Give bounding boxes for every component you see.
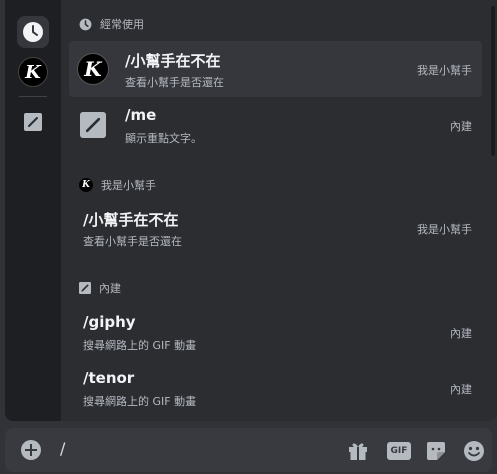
clock-icon bbox=[79, 18, 92, 30]
command-description: 查看小幫手是否還在 bbox=[83, 235, 182, 248]
section-title: 內建 bbox=[99, 282, 121, 295]
section-title: 我是小幫手 bbox=[101, 179, 156, 192]
gif-button[interactable]: GIF bbox=[386, 440, 412, 462]
message-input[interactable]: / bbox=[60, 439, 65, 458]
command-name: /giphy bbox=[83, 313, 136, 331]
command-list: 經常使用 K /小幫手在不在 查看小幫手是否還在 我是小幫手 /me 顯示重點文… bbox=[61, 0, 497, 421]
bot-avatar-icon: K bbox=[18, 57, 48, 87]
command-description: 查看小幫手是否還在 bbox=[125, 76, 224, 89]
category-frequent-button[interactable] bbox=[17, 16, 49, 48]
command-source: 內建 bbox=[450, 327, 472, 340]
command-description: 搜尋網路上的 GIF 動畫 bbox=[83, 339, 197, 352]
bot-avatar-letter: K bbox=[25, 61, 41, 83]
command-name: /小幫手在不在 bbox=[83, 211, 179, 229]
gift-icon[interactable] bbox=[347, 440, 369, 462]
section-header-bot: K 我是小幫手 bbox=[79, 176, 156, 194]
clock-icon bbox=[23, 22, 43, 42]
section-header-builtin: 內建 bbox=[79, 279, 121, 297]
command-source: 我是小幫手 bbox=[417, 223, 472, 236]
gif-icon: GIF bbox=[387, 442, 411, 460]
rail-divider bbox=[19, 96, 47, 97]
slash-square-icon bbox=[77, 109, 109, 141]
slash-square-icon bbox=[24, 113, 42, 131]
command-item[interactable]: K /小幫手在不在 查看小幫手是否還在 我是小幫手 bbox=[69, 41, 482, 97]
command-name: /小幫手在不在 bbox=[125, 52, 221, 70]
bot-avatar-letter: K bbox=[84, 57, 102, 81]
emoji-icon[interactable] bbox=[463, 440, 485, 462]
bot-avatar-icon: K bbox=[77, 53, 109, 85]
add-attachment-icon[interactable] bbox=[21, 440, 41, 460]
category-bot-button[interactable]: K bbox=[17, 56, 49, 88]
slash-square-icon bbox=[79, 282, 91, 294]
message-composer: / GIF bbox=[5, 428, 492, 472]
command-source: 我是小幫手 bbox=[417, 64, 472, 77]
section-header-frequent: 經常使用 bbox=[79, 15, 144, 33]
command-item[interactable]: /giphy 搜尋網路上的 GIF 動畫 內建 bbox=[69, 304, 482, 360]
command-category-rail: K bbox=[5, 0, 61, 421]
command-autocomplete-popup: K 經常使用 K /小幫手在不在 查看小幫手是否還在 我是小幫手 /me 顯示重… bbox=[5, 0, 497, 421]
command-description: 顯示重點文字。 bbox=[125, 132, 202, 145]
command-item[interactable]: /tenor 搜尋網路上的 GIF 動畫 內建 bbox=[69, 360, 482, 416]
command-name: /tenor bbox=[83, 369, 135, 387]
command-description: 搜尋網路上的 GIF 動畫 bbox=[83, 395, 197, 408]
command-source: 內建 bbox=[450, 120, 472, 133]
command-item[interactable]: /me 顯示重點文字。 內建 bbox=[69, 97, 482, 153]
sticker-icon[interactable] bbox=[425, 440, 447, 462]
section-title: 經常使用 bbox=[100, 18, 144, 31]
gif-label: GIF bbox=[390, 446, 408, 456]
command-name: /me bbox=[125, 106, 157, 124]
category-builtin-button[interactable] bbox=[17, 106, 49, 138]
bot-avatar-icon: K bbox=[79, 178, 93, 192]
bot-avatar-letter: K bbox=[82, 180, 90, 190]
command-source: 內建 bbox=[450, 383, 472, 396]
command-item[interactable]: /小幫手在不在 查看小幫手是否還在 我是小幫手 bbox=[69, 200, 482, 256]
scrollbar[interactable] bbox=[491, 6, 495, 156]
